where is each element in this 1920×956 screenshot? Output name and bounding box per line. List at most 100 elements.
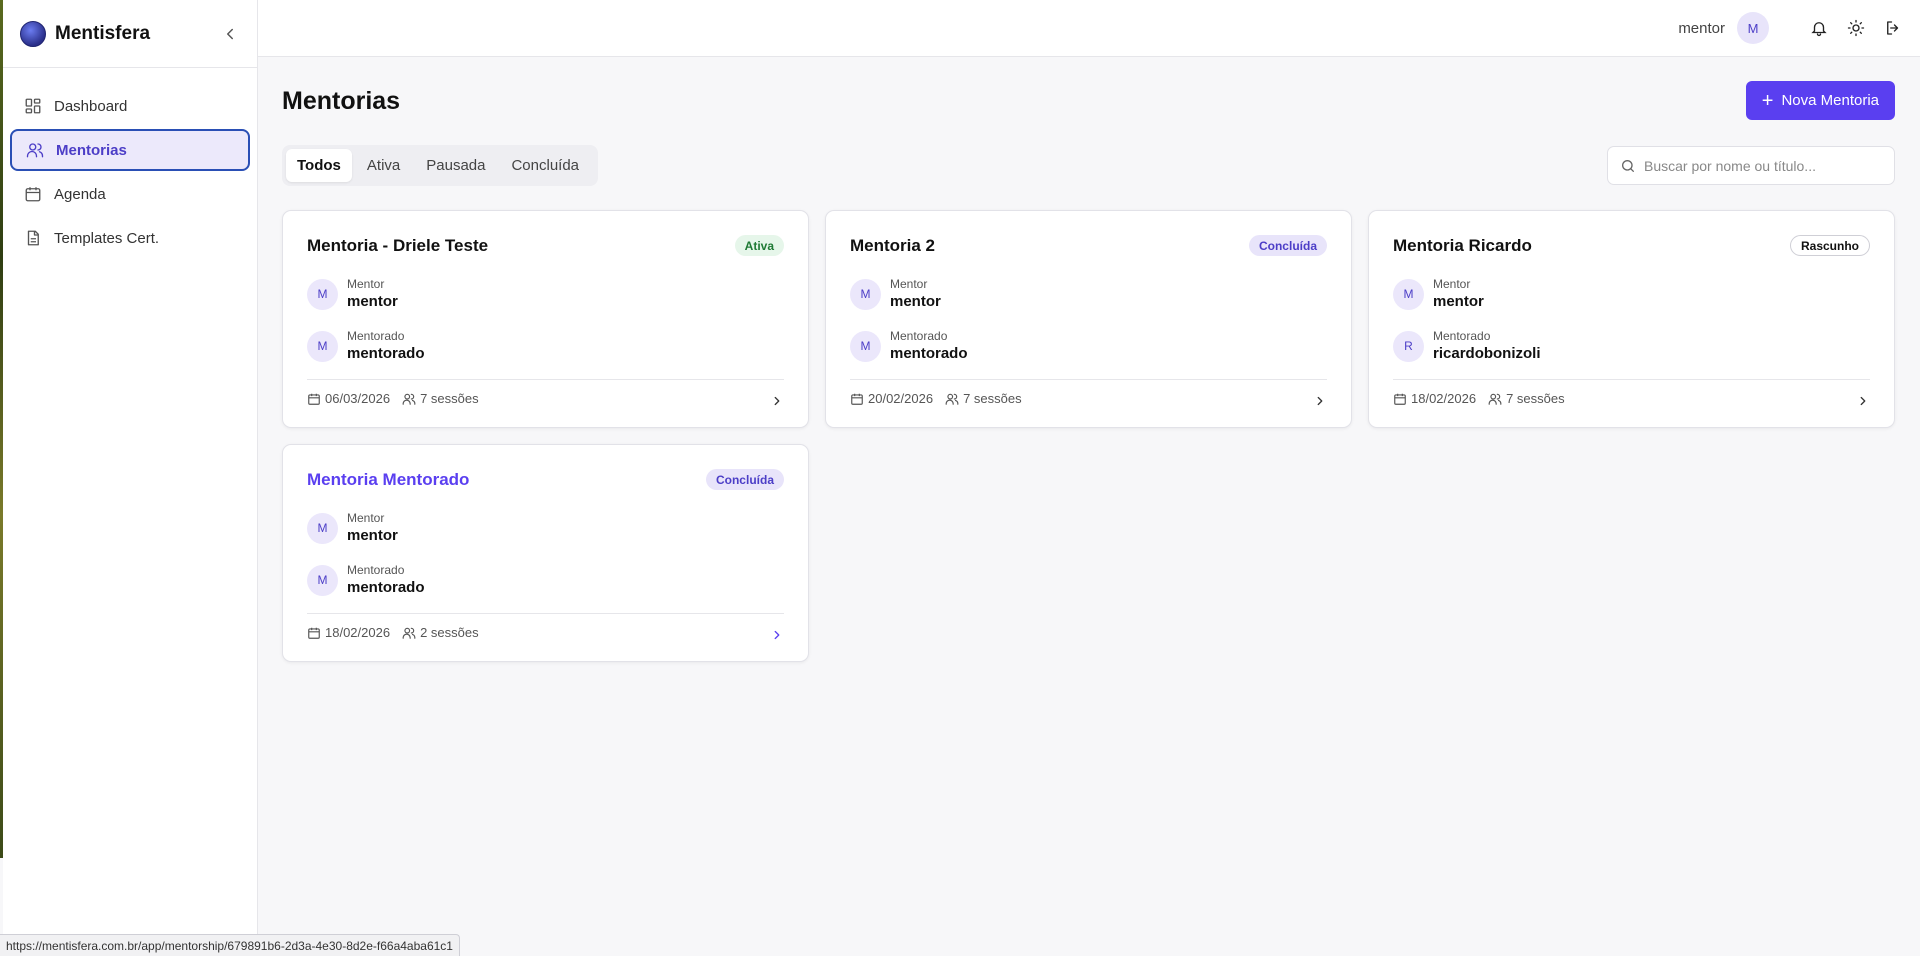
page-title: Mentorias [282,87,401,115]
person-name: mentor [347,527,398,544]
bell-icon[interactable] [1810,19,1828,37]
role-label: Mentor [347,511,385,525]
sidebar-item-agenda[interactable]: Agenda [10,173,250,215]
calendar-icon [1394,393,1406,405]
avatar: M [1393,278,1424,310]
mentor-info: M Mentor mentor [307,511,398,545]
sidebar: Mentisfera Dashboard Mentorias Agenda Te… [3,0,258,956]
card-date: 18/02/2026 [1411,391,1477,406]
sidebar-item-dashboard[interactable]: Dashboard [10,85,250,127]
avatar[interactable]: M [1737,12,1769,44]
dashboard-icon [25,98,41,114]
logout-icon[interactable] [1884,19,1902,37]
role-label: Mentorado [347,329,405,343]
card-footer: 20/02/2026 7 sessões [850,391,1022,406]
status-badge: Rascunho [1789,235,1870,256]
avatar: M [307,330,338,362]
sidebar-item-label: Mentorias [56,141,127,159]
card-title: Mentoria 2 [850,236,936,255]
card-footer: 18/02/2026 2 sessões [307,625,479,640]
tab-pausada[interactable]: Pausada [415,149,496,182]
brand-header: Mentisfera [3,0,257,68]
file-icon [27,230,39,246]
sidebar-item-label: Dashboard [54,97,128,115]
avatar: M [307,278,338,310]
card-sessions: 7 sessões [963,391,1022,406]
collapse-icon[interactable] [221,25,239,43]
card-footer: 18/02/2026 7 sessões [1393,391,1565,406]
mentee-info: R Mentorado ricardobonizoli [1393,329,1541,363]
divider [1393,379,1870,380]
new-mentoria-button[interactable]: + Nova Mentoria [1745,81,1895,120]
tab-concluida[interactable]: Concluída [500,149,590,182]
status-badge: Concluída [705,469,784,490]
avatar: M [307,512,338,544]
person-name: mentor [347,293,398,310]
mentor-info: M Mentor mentor [850,277,941,311]
brand-name: Mentisfera [55,22,151,44]
users-icon [26,143,44,158]
new-mentoria-label: Nova Mentoria [1781,92,1879,109]
logo [20,20,46,47]
divider [850,379,1327,380]
avatar: R [1393,330,1424,362]
card-date: 20/02/2026 [868,391,934,406]
avatar: M [850,278,881,310]
chevron-right-icon[interactable] [770,628,784,642]
avatar: M [307,564,338,596]
tab-ativa[interactable]: Ativa [356,149,411,182]
divider [307,613,784,614]
card-title: Mentoria - Driele Teste [307,236,489,255]
mentoria-card[interactable]: Mentoria - Driele Teste Ativa M Mentor me… [282,210,809,428]
plus-icon: + [1761,89,1774,112]
person-name: mentorado [890,345,968,362]
search-box [1607,146,1895,185]
card-footer: 06/03/2026 7 sessões [307,391,479,406]
card-sessions: 7 sessões [420,391,479,406]
mentee-info: M Mentorado mentorado [850,329,968,363]
sidebar-nav: Dashboard Mentorias Agenda Templates Cer… [3,68,257,278]
card-title: Mentoria Ricardo [1393,236,1532,255]
mentor-info: M Mentor mentor [307,277,398,311]
role-label: Mentorado [347,563,405,577]
main-content: Mentorias + Nova Mentoria Todos Ativa Pa… [258,57,1920,956]
person-name: ricardobonizoli [1433,345,1541,362]
sun-icon[interactable] [1847,19,1865,37]
calendar-icon [308,627,320,639]
role-label: Mentorado [1433,329,1491,343]
search-input[interactable] [1644,157,1884,174]
role-label: Mentor [1433,277,1471,291]
card-sessions: 2 sessões [420,625,479,640]
mentoria-card[interactable]: Mentoria 2 Concluída M Mentor mentor M Me… [825,210,1352,428]
search-icon [1622,159,1634,172]
status-bar-url: https://mentisfera.com.br/app/mentorship… [0,934,460,956]
card-title: Mentoria Mentorado [307,470,470,489]
tab-todos[interactable]: Todos [286,149,352,182]
person-name: mentor [1433,293,1484,310]
sidebar-item-mentorias[interactable]: Mentorias [10,129,250,171]
user-name: mentor [1678,19,1725,37]
mentee-info: M Mentorado mentorado [307,563,425,597]
sidebar-item-templates[interactable]: Templates Cert. [10,217,250,259]
role-label: Mentor [890,277,928,291]
users-icon [1488,393,1502,405]
chevron-right-icon[interactable] [1856,394,1870,408]
mentoria-card[interactable]: Mentoria Ricardo Rascunho M Mentor mentor… [1368,210,1895,428]
sidebar-item-label: Agenda [54,185,106,203]
calendar-icon [308,393,320,405]
status-filter-tabs: Todos Ativa Pausada Concluída [282,145,599,186]
avatar: M [850,330,881,362]
divider [307,379,784,380]
calendar-icon [25,187,41,202]
mentoria-card[interactable]: Mentoria Mentorado Concluída M Mentor men… [282,444,809,662]
mentor-info: M Mentor mentor [1393,277,1484,311]
card-date: 06/03/2026 [325,391,391,406]
users-icon [945,393,959,405]
role-label: Mentorado [890,329,948,343]
person-name: mentorado [347,579,425,596]
role-label: Mentor [347,277,385,291]
card-sessions: 7 sessões [1506,391,1565,406]
chevron-right-icon[interactable] [770,394,784,408]
chevron-right-icon[interactable] [1313,394,1327,408]
card-date: 18/02/2026 [325,625,391,640]
